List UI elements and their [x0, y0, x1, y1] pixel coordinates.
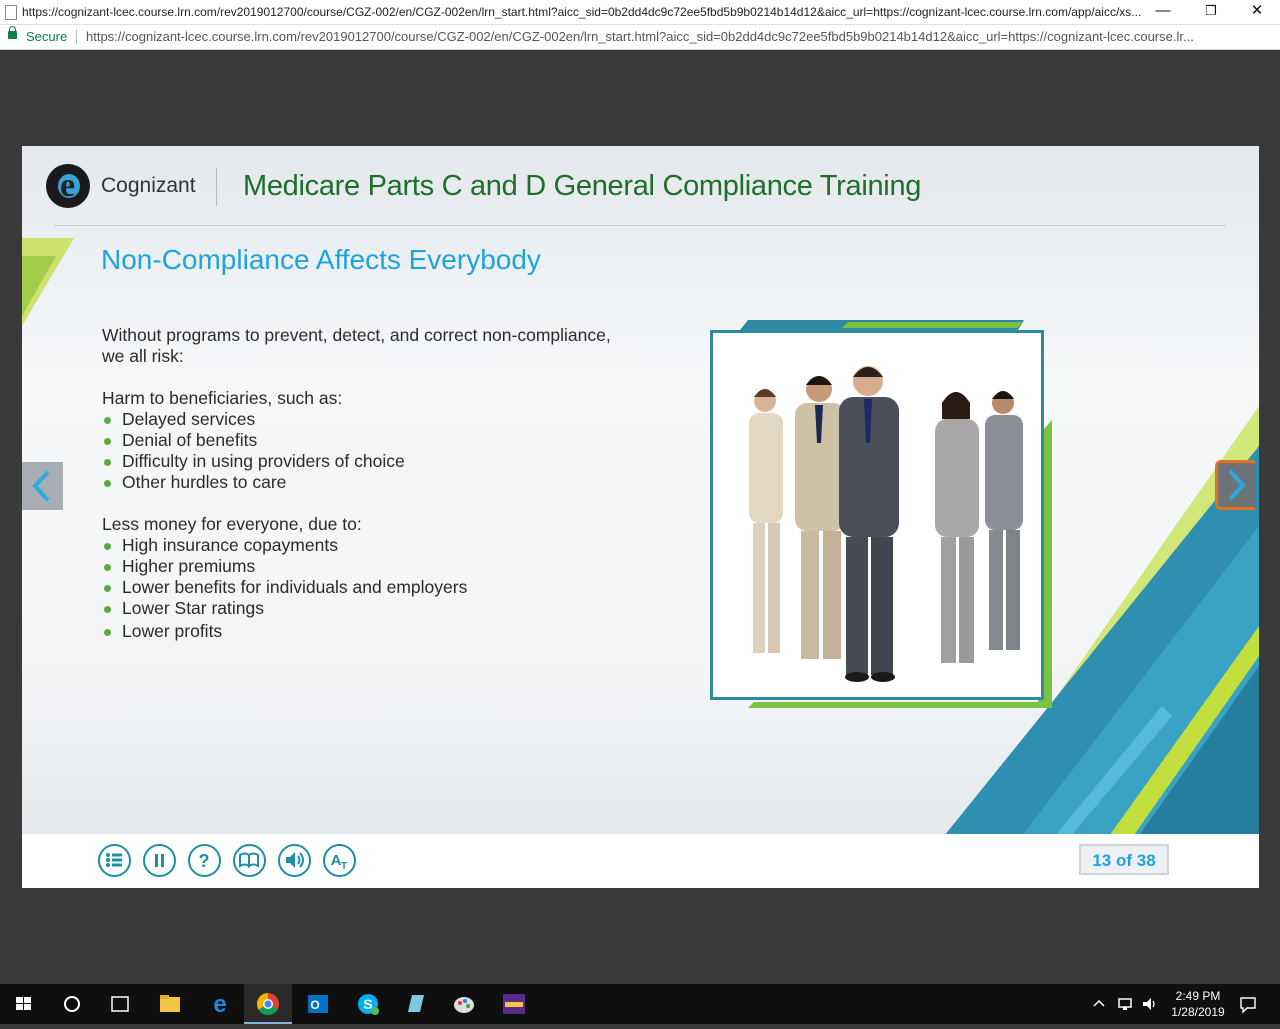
section2-title: Less money for everyone, due to: — [102, 514, 362, 534]
windows-logo-icon — [16, 997, 31, 1010]
svg-text:?: ? — [199, 851, 210, 871]
glossary-icon — [239, 852, 259, 868]
list-item: High insurance copayments — [102, 535, 662, 556]
pause-icon — [155, 854, 164, 867]
slide-counter: 13 of 38 — [1079, 844, 1169, 875]
window-title: https://cognizant-lcec.course.lrn.com/re… — [22, 5, 1142, 19]
list-item: Lower Star ratings — [102, 598, 662, 619]
audio-button[interactable] — [278, 844, 311, 877]
search-icon — [64, 996, 80, 1012]
paint-icon — [454, 997, 474, 1013]
svg-text:T: T — [341, 861, 347, 872]
glossary-button[interactable] — [233, 844, 266, 877]
restore-button[interactable]: ❐ — [1188, 0, 1234, 24]
clock-time: 2:49 PM — [1175, 989, 1221, 1003]
audio-icon — [286, 852, 304, 868]
system-clock[interactable]: 2:49 PM 1/28/2019 — [1162, 988, 1234, 1020]
intro-text: Without programs to prevent, detect, and… — [102, 325, 662, 367]
browser-title-bar: https://cognizant-lcec.course.lrn.com/re… — [0, 0, 1280, 25]
logo-letter: e — [60, 167, 76, 204]
chevron-up-icon[interactable] — [1092, 994, 1106, 1014]
section1-list: Delayed services Denial of benefits Diff… — [102, 409, 662, 493]
help-button[interactable]: ? — [188, 844, 221, 877]
task-view-button[interactable] — [96, 984, 144, 1024]
taskbar-file-explorer[interactable] — [146, 984, 194, 1024]
address-bar[interactable]: Secure https://cognizant-lcec.course.lrn… — [0, 25, 1280, 50]
logo-text: Cognizant — [101, 174, 196, 197]
previous-slide-button[interactable] — [22, 462, 63, 510]
taskbar-edge[interactable]: e — [196, 984, 244, 1024]
header-rule — [54, 225, 1226, 226]
player-toolbar: ? AT 13 of 38 — [22, 834, 1259, 888]
network-icon[interactable] — [1116, 994, 1136, 1014]
task-view-icon — [111, 996, 129, 1012]
course-title: Medicare Parts C and D General Complianc… — [243, 170, 922, 202]
list-item: Denial of benefits — [102, 430, 662, 451]
clock-date: 1/28/2019 — [1171, 1005, 1225, 1019]
chevron-right-icon — [1228, 469, 1246, 501]
edge-icon: e — [213, 991, 226, 1018]
list-item: Higher premiums — [102, 556, 662, 577]
list-item: Lower profits — [102, 621, 662, 642]
header-divider — [216, 168, 217, 206]
list-item: Delayed services — [102, 409, 662, 430]
intro-line-2: we all risk: — [102, 346, 184, 366]
section2-list: High insurance copayments Higher premium… — [102, 535, 662, 642]
slide-content: Without programs to prevent, detect, and… — [102, 325, 662, 642]
svg-text:e: e — [213, 991, 226, 1018]
skype-icon: S — [358, 994, 379, 1015]
pause-button[interactable] — [143, 844, 176, 877]
volume-icon[interactable] — [1140, 994, 1160, 1014]
address-separator — [76, 30, 77, 44]
list-item: Other hurdles to care — [102, 472, 662, 493]
search-button[interactable] — [48, 984, 96, 1024]
taskbar-skype[interactable]: S — [344, 984, 392, 1024]
intro-line-1: Without programs to prevent, detect, and… — [102, 325, 611, 345]
notification-icon[interactable] — [1238, 994, 1258, 1014]
windows-taskbar: e O S 2:49 PM 1/28/2019 — [0, 984, 1280, 1024]
taskbar-paint-app[interactable] — [440, 984, 488, 1024]
secure-label: Secure — [26, 29, 68, 44]
chrome-icon — [257, 993, 279, 1015]
lock-icon — [8, 26, 17, 39]
folder-icon — [160, 995, 180, 1012]
business-people-illustration — [749, 366, 1023, 682]
menu-button[interactable] — [98, 844, 131, 877]
course-slide: e Cognizant Medicare Parts C and D Gener… — [22, 146, 1259, 888]
notes-icon — [408, 995, 424, 1012]
page-icon — [5, 5, 17, 20]
taskbar-game-app[interactable] — [490, 984, 538, 1024]
list-item: Lower benefits for individuals and emplo… — [102, 577, 662, 598]
game-icon — [503, 994, 525, 1014]
list-item: Difficulty in using providers of choice — [102, 451, 662, 472]
close-button[interactable]: ✕ — [1234, 0, 1280, 24]
chevron-left-icon — [32, 470, 50, 502]
taskbar-notes-app[interactable] — [392, 984, 440, 1024]
menu-icon — [106, 853, 122, 867]
url-text[interactable]: https://cognizant-lcec.course.lrn.com/re… — [86, 29, 1276, 44]
taskbar-outlook[interactable]: O — [294, 984, 342, 1024]
start-button[interactable] — [0, 984, 48, 1024]
next-slide-button[interactable] — [1215, 460, 1255, 510]
outlook-icon: O — [308, 995, 328, 1013]
text-button[interactable]: AT — [323, 844, 356, 877]
team-photo — [710, 330, 1044, 700]
svg-text:A: A — [331, 852, 342, 869]
svg-text:O: O — [310, 998, 319, 1012]
text-icon: AT — [331, 852, 347, 872]
minimize-button[interactable]: — — [1140, 0, 1186, 24]
slide-heading: Non-Compliance Affects Everybody — [101, 244, 541, 275]
taskbar-chrome[interactable] — [244, 984, 292, 1024]
section1-title: Harm to beneficiaries, such as: — [102, 388, 343, 408]
help-icon: ? — [199, 851, 210, 871]
